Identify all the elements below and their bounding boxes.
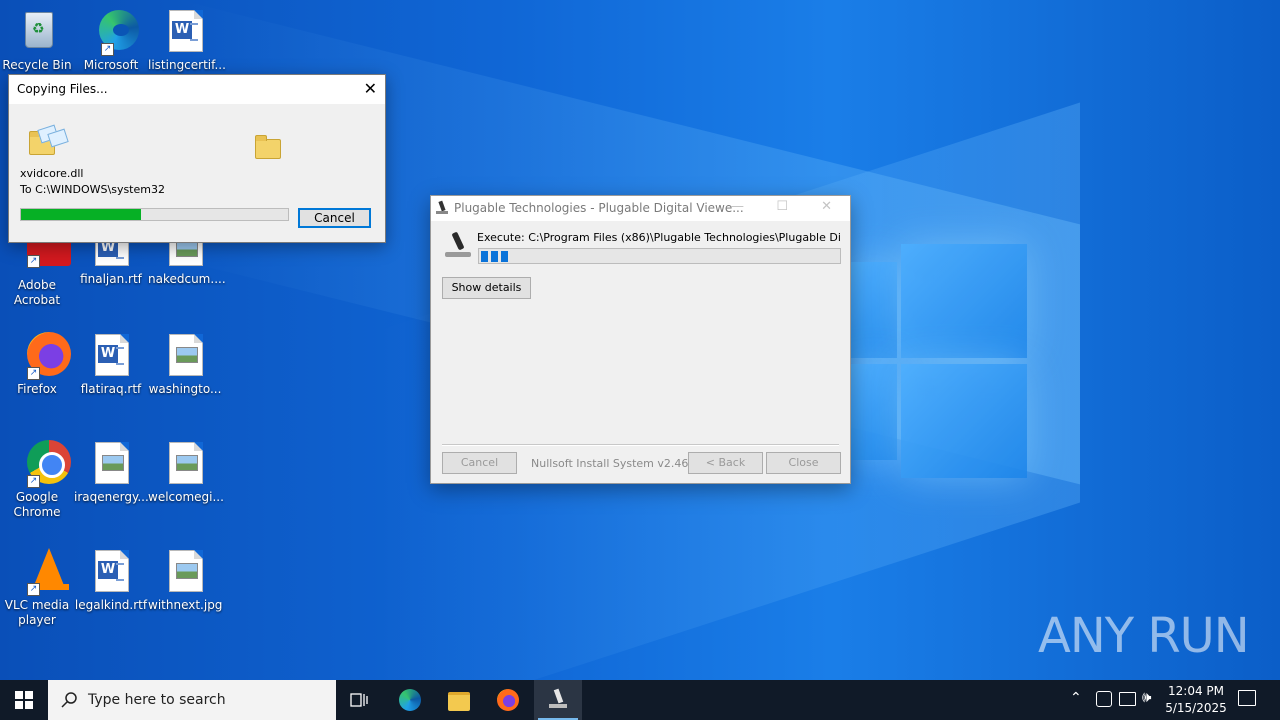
installer-app-icon (548, 688, 568, 711)
close-icon[interactable]: ✕ (821, 199, 832, 214)
welcomegi-desktop-icon[interactable]: welcomegi... (148, 440, 224, 505)
word-document-icon: W (87, 332, 135, 380)
installer-separator (442, 444, 839, 446)
recycle-bin-label: Recycle Bin (2, 58, 72, 72)
microscope-icon (443, 231, 473, 262)
shortcut-arrow-icon: ↗ (27, 475, 40, 488)
shortcut-arrow-icon: ↗ (27, 583, 40, 596)
notifications-icon[interactable] (1238, 690, 1256, 706)
flatiraq-desktop-icon[interactable]: W flatiraq.rtf (74, 332, 148, 397)
install-status-text: Execute: C:\Program Files (x86)\Plugable… (477, 231, 841, 244)
cancel-button[interactable]: Cancel (298, 208, 371, 228)
welcomegi-label: welcomegi... (148, 490, 224, 504)
vlc-cone-icon: ↗ (13, 548, 69, 596)
windows-logo-icon (15, 691, 33, 709)
taskbar: Type here to search ⌃ 🕪 12:04 PM 5/15/20… (0, 680, 1280, 720)
taskbar-installer-button[interactable] (534, 680, 582, 720)
installer-app-icon (436, 200, 448, 215)
install-progress-segment (481, 251, 488, 262)
word-document-icon: W (87, 548, 135, 596)
copying-files-dialog: Copying Files... ✕ xvidcore.dll To C:\WI… (8, 74, 386, 243)
copy-progress-fill (21, 209, 142, 220)
legalkind-label: legalkind.rtf (74, 598, 148, 612)
listingcertif-desktop-icon[interactable]: W listingcertif... (148, 8, 226, 73)
edge-icon: ↗ (87, 8, 139, 56)
iraqenergy-desktop-icon[interactable]: iraqenergy... (74, 440, 149, 505)
dialog-title: Copying Files... (17, 82, 108, 96)
recycle-bin-desktop-icon[interactable]: ♻ Recycle Bin (0, 8, 74, 73)
copying-files-titlebar[interactable]: Copying Files... ✕ (9, 75, 385, 104)
show-hidden-icons-chevron-icon[interactable]: ⌃ (1070, 690, 1082, 706)
withnext-label: withnext.jpg (148, 598, 223, 612)
search-icon (61, 692, 77, 708)
microsoft-edge-label: Microsoft (83, 58, 139, 72)
task-view-button[interactable] (336, 680, 384, 720)
meet-now-icon[interactable] (1096, 691, 1112, 707)
nsis-branding: Nullsoft Install System v2.46 (531, 457, 689, 470)
word-document-icon: W (161, 8, 209, 56)
chrome-icon: ↗ (13, 440, 71, 488)
recycle-bin-icon: ♻ (13, 8, 61, 56)
firefox-icon (497, 689, 519, 711)
installer-cancel-button[interactable]: Cancel (442, 452, 517, 474)
volume-icon[interactable]: 🕪 (1142, 688, 1151, 706)
install-progress-segment (491, 251, 498, 262)
install-progress-segment (501, 251, 508, 262)
taskbar-search-box[interactable]: Type here to search (48, 680, 336, 720)
microsoft-edge-desktop-icon[interactable]: ↗ Microsoft (74, 8, 148, 73)
installer-title: Plugable Technologies - Plugable Digital… (454, 201, 744, 215)
image-file-icon (161, 440, 209, 488)
adobe-acrobat-desktop-icon[interactable]: ↗ Adobe Acrobat (0, 234, 74, 308)
firefox-desktop-icon[interactable]: ↗ Firefox (0, 332, 74, 397)
show-details-button[interactable]: Show details (442, 277, 531, 299)
withnext-desktop-icon[interactable]: withnext.jpg (148, 548, 222, 613)
image-file-icon (161, 332, 209, 380)
install-progress-bar (478, 248, 841, 264)
network-icon[interactable] (1119, 692, 1136, 706)
close-icon[interactable]: ✕ (364, 79, 377, 98)
taskbar-edge-button[interactable] (386, 680, 434, 720)
flatiraq-label: flatiraq.rtf (80, 382, 142, 396)
firefox-label: Firefox (17, 382, 57, 396)
edge-icon (399, 689, 421, 711)
image-file-icon (87, 440, 135, 488)
taskbar-file-explorer-button[interactable] (434, 680, 482, 720)
file-explorer-icon (448, 692, 470, 711)
iraqenergy-label: iraqenergy... (74, 490, 149, 504)
firefox-icon: ↗ (13, 332, 71, 380)
shortcut-arrow-icon: ↗ (27, 255, 40, 268)
image-file-icon (161, 548, 209, 596)
installer-titlebar[interactable]: Plugable Technologies - Plugable Digital… (431, 196, 850, 221)
installer-window: Plugable Technologies - Plugable Digital… (430, 195, 851, 484)
minimize-icon[interactable]: — (731, 199, 744, 214)
vlc-label: VLC media player (4, 598, 70, 627)
clock-time[interactable]: 12:04 PM (1164, 684, 1228, 698)
google-chrome-desktop-icon[interactable]: ↗ Google Chrome (0, 440, 74, 520)
file-name: xvidcore.dll (20, 167, 84, 180)
start-button[interactable] (0, 680, 48, 720)
listingcertif-label: listingcertif... (148, 58, 226, 72)
destination-path: To C:\WINDOWS\system32 (20, 183, 165, 196)
vlc-desktop-icon[interactable]: ↗ VLC media player (0, 548, 74, 628)
task-view-icon (350, 693, 368, 707)
maximize-icon[interactable]: ☐ (776, 199, 788, 214)
back-button[interactable]: < Back (688, 452, 763, 474)
google-chrome-label: Google Chrome (13, 490, 61, 519)
adobe-acrobat-label: Adobe Acrobat (13, 278, 61, 307)
search-placeholder: Type here to search (88, 692, 226, 708)
shortcut-arrow-icon: ↗ (27, 367, 40, 380)
shortcut-arrow-icon: ↗ (101, 43, 114, 56)
taskbar-firefox-button[interactable] (484, 680, 532, 720)
washingto-desktop-icon[interactable]: washingto... (148, 332, 222, 397)
anyrun-watermark: ANY RUN (1038, 608, 1250, 664)
close-button[interactable]: Close (766, 452, 841, 474)
washingto-label: washingto... (148, 382, 222, 396)
clock-date[interactable]: 5/15/2025 (1164, 701, 1228, 715)
legalkind-desktop-icon[interactable]: W legalkind.rtf (74, 548, 148, 613)
copy-progress-bar (20, 208, 289, 221)
